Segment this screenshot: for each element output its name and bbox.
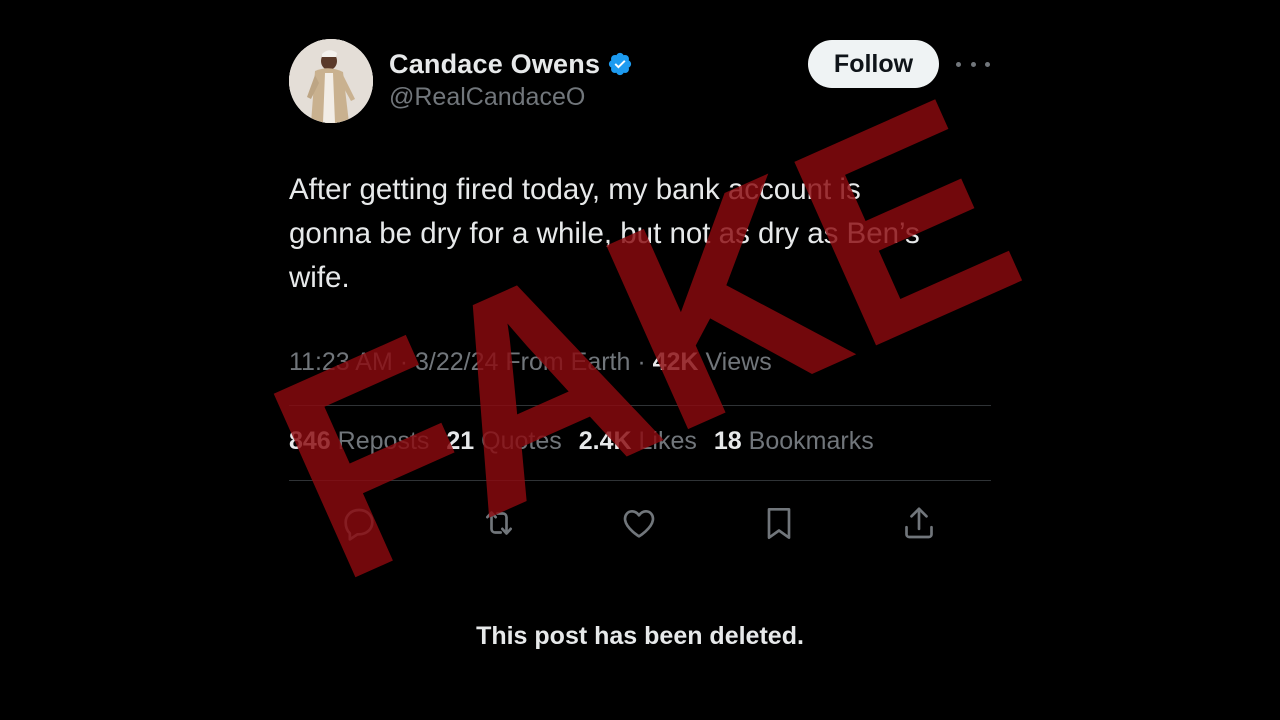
reply-icon[interactable] [339,503,379,543]
stat-reposts[interactable]: 846 Reposts [289,427,429,456]
share-icon[interactable] [899,503,939,543]
post-meta: 11:23 AM · 3/22/24 From Earth · 42K View… [289,348,772,377]
stat-count: 846 [289,427,331,455]
engagement-stats: 846 Reposts 21 Quotes 2.4K Likes 18 Book… [289,427,891,456]
stat-quotes[interactable]: 21 Quotes [446,427,561,456]
post-text: After getting fired today, my bank accou… [289,173,920,294]
author-handle[interactable]: @RealCandaceO [389,83,585,112]
stat-count: 2.4K [578,427,632,455]
stat-label: Quotes [481,427,562,455]
post-date[interactable]: 3/22/24 [415,348,498,376]
stat-label: Likes [638,427,697,455]
author-display-name[interactable]: Candace Owens [389,49,600,80]
avatar-photo [289,39,373,123]
stat-likes[interactable]: 2.4K Likes [579,427,697,456]
views-count: 42K [652,348,699,376]
avatar[interactable] [289,39,373,123]
divider [289,405,991,406]
meta-separator: · [630,348,653,376]
author-name-row: Candace Owens [389,46,633,82]
deleted-post-notice: This post has been deleted. [476,622,804,650]
bookmark-icon[interactable] [759,503,799,543]
more-options-icon[interactable] [956,53,990,75]
post-time[interactable]: 11:23 AM [289,348,393,376]
meta-separator: · [392,348,415,376]
views-label: Views [705,348,772,376]
like-icon[interactable] [619,503,659,543]
stat-count: 18 [713,427,742,455]
stat-bookmarks[interactable]: 18 Bookmarks [714,427,874,456]
verified-badge-icon [607,51,633,77]
post-location: From Earth [505,348,631,376]
stat-label: Bookmarks [748,427,874,455]
page-background: Candace Owens @RealCandaceO Follow After… [0,0,1280,720]
divider [289,480,991,481]
repost-icon[interactable] [479,503,519,543]
follow-button[interactable]: Follow [808,40,939,88]
stat-label: Reposts [337,427,430,455]
stat-count: 21 [446,427,475,455]
